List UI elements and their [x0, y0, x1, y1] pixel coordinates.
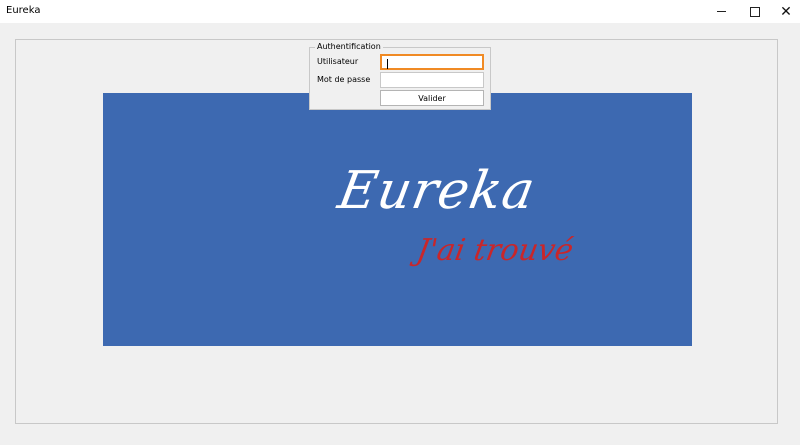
password-field[interactable]	[380, 72, 484, 88]
username-field[interactable]	[380, 54, 484, 70]
client-area: Eureka J'ai trouvé Authentification Util…	[0, 23, 800, 445]
minimize-button[interactable]	[704, 0, 738, 23]
maximize-icon	[750, 6, 760, 17]
auth-legend: Authentification	[315, 42, 383, 51]
minimize-icon	[716, 11, 726, 12]
text-caret	[387, 59, 388, 69]
logo-text: Eureka	[333, 161, 540, 221]
password-label: Mot de passe	[317, 75, 371, 84]
title-bar: Eureka ✕	[0, 0, 800, 23]
brand-banner: Eureka J'ai trouvé	[103, 93, 692, 346]
maximize-button[interactable]	[738, 0, 772, 23]
window-title: Eureka	[6, 5, 41, 16]
submit-button[interactable]: Valider	[380, 90, 484, 106]
close-icon: ✕	[780, 3, 792, 20]
auth-groupbox: Authentification Utilisateur Mot de pass…	[309, 42, 491, 110]
close-button[interactable]: ✕	[772, 0, 800, 23]
username-label: Utilisateur	[317, 57, 359, 66]
logo-tagline: J'ai trouvé	[413, 233, 576, 268]
